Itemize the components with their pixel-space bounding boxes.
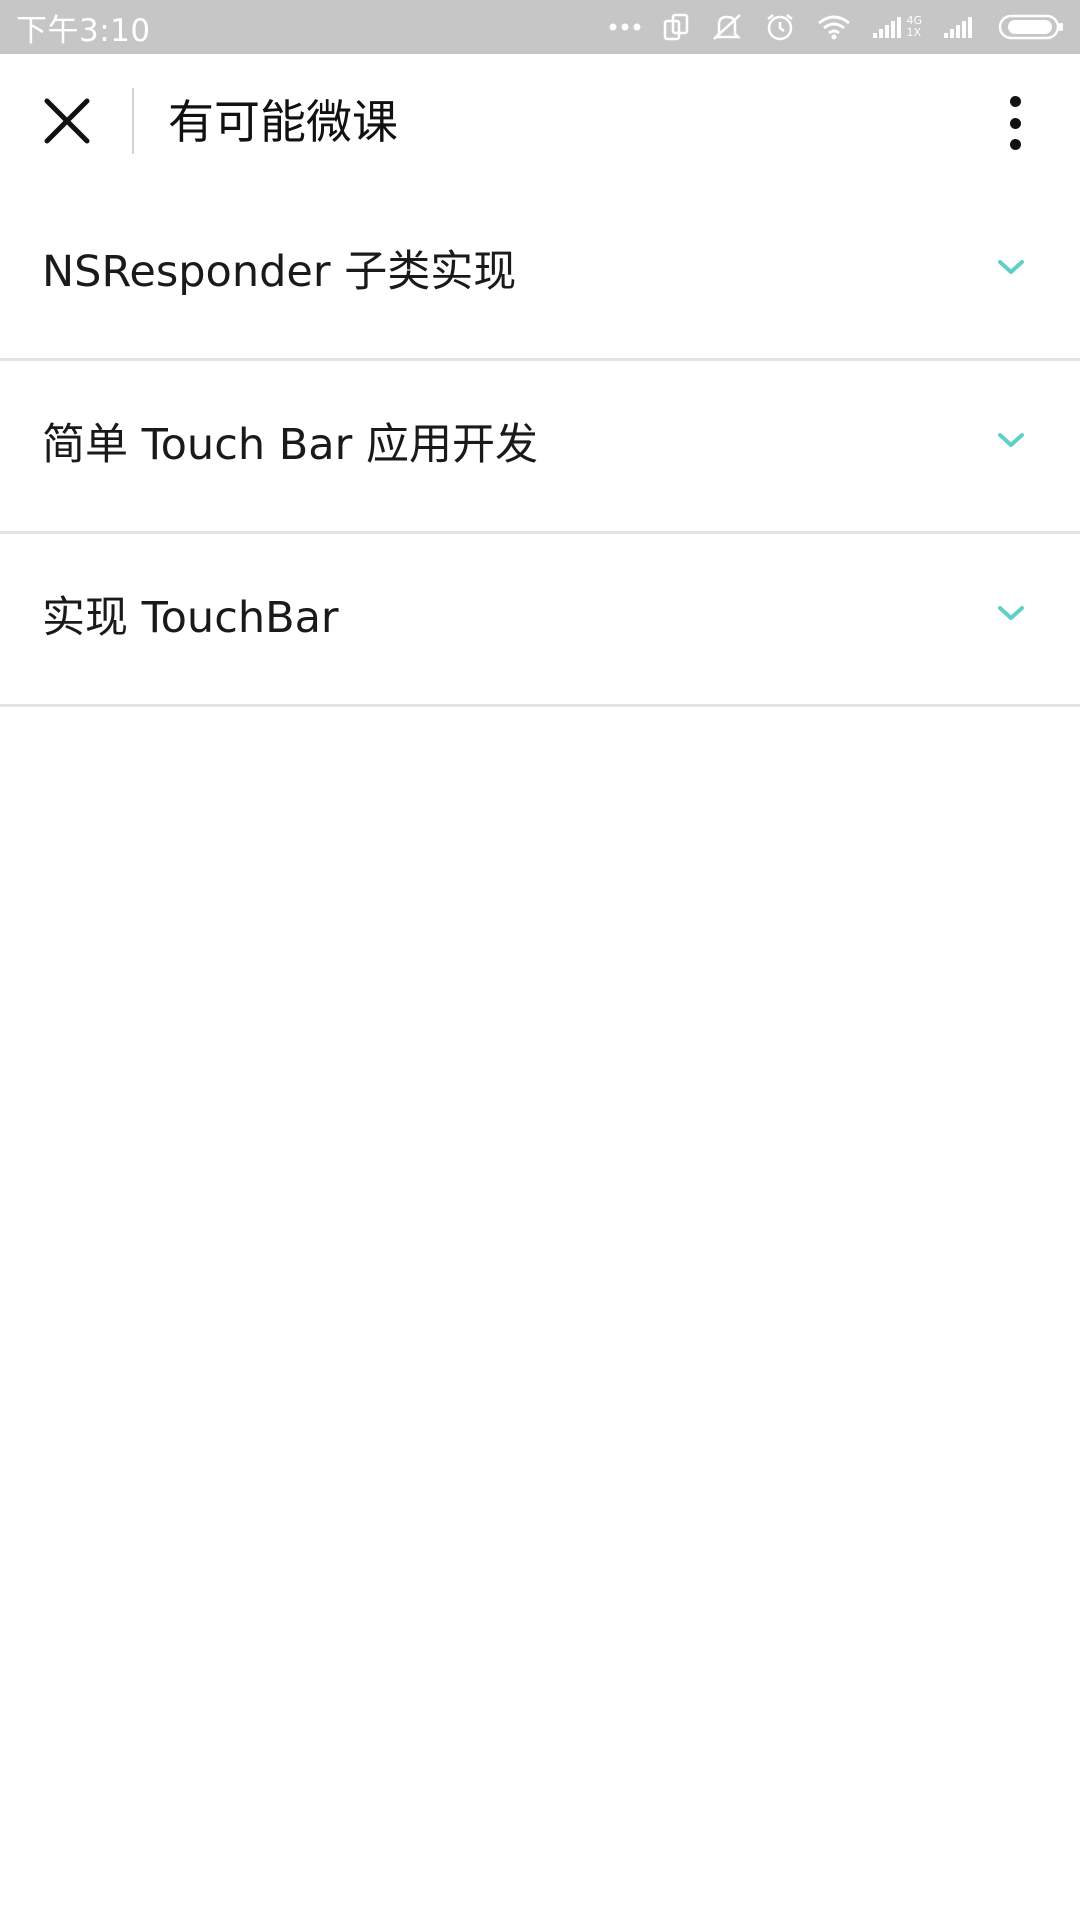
page-title: 有可能微课 [168, 95, 398, 149]
status-bar: 下午3:10 4G 1X [0, 0, 1080, 54]
list-item[interactable]: 简单 Touch Bar 应用开发 [0, 361, 1080, 534]
screen-rotate-icon [663, 13, 689, 41]
list-item-label: 简单 Touch Bar 应用开发 [42, 420, 538, 470]
list-item[interactable]: NSResponder 子类实现 [0, 188, 1080, 361]
mute-icon [711, 12, 743, 42]
more-vertical-dot [1009, 117, 1021, 129]
wifi-icon [817, 14, 851, 40]
status-icons: 4G 1X [609, 12, 1064, 42]
chapter-list: NSResponder 子类实现 简单 Touch Bar 应用开发 实现 To… [0, 188, 1080, 707]
chevron-down-icon [996, 258, 1026, 278]
close-icon [44, 98, 90, 148]
chevron-down-icon [996, 604, 1026, 624]
list-item[interactable]: 实现 TouchBar [0, 534, 1080, 707]
list-item-label: NSResponder 子类实现 [42, 247, 517, 297]
close-button[interactable] [36, 92, 98, 154]
more-dots-icon [609, 22, 641, 32]
alarm-icon [765, 12, 795, 42]
signal-4g-icon: 4G 1X [873, 15, 922, 39]
list-item-label: 实现 TouchBar [42, 593, 339, 643]
more-vertical-dot [1009, 139, 1021, 150]
status-time: 下午3:10 [16, 12, 151, 49]
signal-icon [944, 15, 976, 39]
more-options-button[interactable] [990, 90, 1040, 156]
battery-icon [998, 14, 1064, 40]
more-vertical-icon [1009, 96, 1021, 107]
chevron-down-icon [996, 431, 1026, 451]
title-bar: 有可能微课 [0, 54, 1080, 188]
network-type-bottom: 1X [906, 26, 922, 39]
title-divider [132, 88, 134, 154]
